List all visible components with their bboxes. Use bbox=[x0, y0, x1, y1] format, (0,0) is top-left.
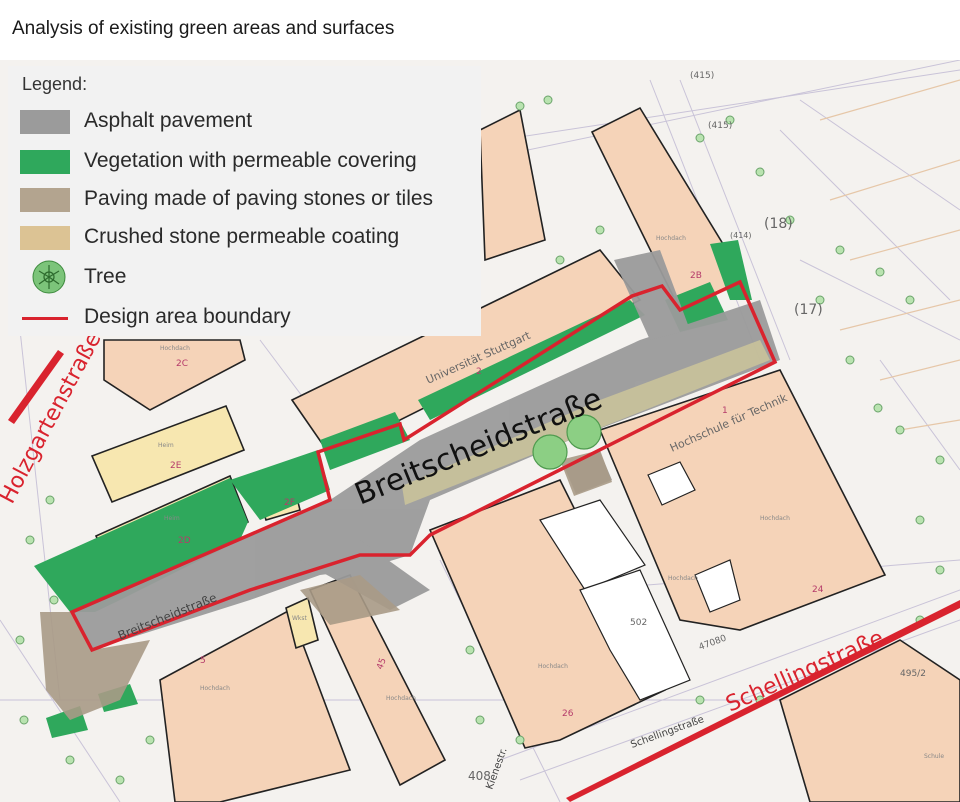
legend-label-paving: Paving made of paving stones or tiles bbox=[84, 187, 434, 210]
type-label: Hochdach bbox=[538, 663, 568, 670]
label-24: 24 bbox=[812, 585, 824, 595]
legend-panel: Legend: Asphalt pavement Vegetation with… bbox=[8, 66, 481, 336]
label-2: 2 bbox=[476, 367, 482, 377]
legend-item-paving: Paving made of paving stones or tiles bbox=[20, 186, 480, 214]
legend-item-boundary: Design area boundary bbox=[20, 304, 480, 332]
label-5: 5 bbox=[200, 656, 206, 666]
type-label: Hochdach bbox=[656, 235, 686, 242]
crushed-swatch bbox=[20, 226, 70, 250]
label-1: 1 bbox=[722, 406, 728, 416]
legend-label-vegetation: Vegetation with permeable covering bbox=[84, 149, 417, 172]
type-label: Heim bbox=[164, 515, 180, 522]
parcel-47080: 47080 bbox=[698, 634, 729, 653]
parcel-415a: (415) bbox=[690, 71, 714, 81]
type-label: Heim bbox=[158, 442, 174, 449]
boundary-line-swatch bbox=[22, 317, 68, 320]
street-label-schelling-small: Schellingstraße bbox=[629, 714, 705, 751]
type-label: Hochdach bbox=[760, 515, 790, 522]
legend-label-boundary: Design area boundary bbox=[84, 305, 291, 328]
legend-item-vegetation: Vegetation with permeable covering bbox=[20, 148, 480, 176]
parcel-lines bbox=[819, 79, 960, 431]
label-2b: 2B bbox=[690, 271, 702, 281]
vegetation-swatch bbox=[20, 150, 70, 174]
label-2d: 2D bbox=[178, 536, 191, 546]
parcel-408: 408 bbox=[468, 769, 491, 783]
type-label: Hochdach bbox=[668, 575, 698, 582]
asphalt-swatch bbox=[20, 110, 70, 134]
type-label: Wkst bbox=[292, 615, 308, 622]
type-label: Hochdach bbox=[160, 345, 190, 352]
type-label: Hochdach bbox=[386, 695, 416, 702]
label-2c: 2C bbox=[176, 359, 188, 369]
legend-label-asphalt: Asphalt pavement bbox=[84, 109, 253, 132]
paving-swatch bbox=[20, 188, 70, 212]
building-5 bbox=[159, 608, 352, 802]
parcel-415b: (415) bbox=[708, 121, 732, 131]
building-top-center bbox=[479, 108, 546, 262]
type-label: Hochdach bbox=[200, 685, 230, 692]
label-2f: 2F bbox=[284, 498, 295, 508]
legend-item-crushed: Crushed stone permeable coating bbox=[20, 224, 480, 252]
legend-label-crushed: Crushed stone permeable coating bbox=[84, 225, 400, 248]
page-title: Analysis of existing green areas and sur… bbox=[12, 18, 395, 39]
parcel-18: (18) bbox=[764, 216, 793, 232]
label-26: 26 bbox=[562, 709, 574, 719]
label-502: 502 bbox=[630, 618, 647, 628]
legend-label-tree: Tree bbox=[84, 265, 127, 288]
parcel-414: (414) bbox=[730, 231, 752, 240]
legend-item-tree: Tree bbox=[20, 260, 480, 294]
type-label: Schule bbox=[924, 753, 944, 760]
legend-item-asphalt: Asphalt pavement bbox=[20, 108, 480, 136]
label-495-2: 495/2 bbox=[900, 669, 926, 679]
parcel-17: (17) bbox=[794, 302, 823, 318]
label-2e: 2E bbox=[170, 461, 182, 471]
tree-icon bbox=[32, 260, 66, 294]
legend-title: Legend: bbox=[22, 74, 88, 94]
